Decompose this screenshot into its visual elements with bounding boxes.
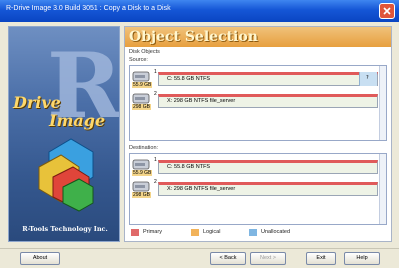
unallocated-segment[interactable]: ?: [359, 72, 377, 86]
source-list[interactable]: 1 55.9 GB C: 55.8 GB NTFS ? 2 298 GB X:: [129, 65, 387, 141]
title-bar[interactable]: R-Drive Image 3.0 Build 3051 : Copy a Di…: [0, 0, 399, 22]
legend-swatch: [191, 229, 199, 236]
partition-label: X: 298 GB NTFS file_server: [167, 98, 236, 104]
source-disk-2[interactable]: 2 298 GB X: 298 GB NTFS file_server: [132, 91, 378, 111]
legend-swatch: [131, 229, 139, 236]
wizard-window: R-Drive Image 3.0 Build 3051 : Copy a Di…: [0, 0, 399, 268]
source-disk-1[interactable]: 1 55.9 GB C: 55.8 GB NTFS ?: [132, 69, 378, 89]
legend-label: Primary: [143, 229, 162, 235]
page-title: Object Selection: [129, 29, 258, 45]
source-label: Source:: [129, 57, 148, 63]
legend-label: Unallocated: [261, 229, 291, 235]
source-scrollbar[interactable]: [379, 66, 386, 140]
button-bar: About < Back Next > Exit Help: [0, 248, 399, 268]
exit-button[interactable]: Exit: [306, 252, 336, 265]
next-button[interactable]: Next >: [250, 252, 286, 265]
disk-number: 1: [154, 157, 157, 163]
disk-number: 1: [154, 69, 157, 75]
disk-size: 55.9 GB: [132, 82, 153, 88]
destination-list[interactable]: 1 55.9 GB C: 55.8 GB NTFS 2 298 GB X: 29…: [129, 153, 387, 225]
close-button[interactable]: [379, 3, 395, 19]
company-name: R-Tools Technology Inc.: [22, 225, 108, 233]
brand-word-drive: Drive: [13, 93, 61, 112]
close-icon: [383, 7, 391, 15]
legend-label: Logical: [203, 229, 221, 235]
partition-x[interactable]: X: 298 GB NTFS file_server: [158, 182, 378, 196]
disk-number: 2: [154, 179, 157, 185]
disk-number: 2: [154, 91, 157, 97]
partition-c[interactable]: C: 55.8 GB NTFS: [158, 160, 378, 174]
partition-c[interactable]: C: 55.8 GB NTFS ?: [158, 72, 378, 86]
destination-disk-1[interactable]: 1 55.9 GB C: 55.8 GB NTFS: [132, 157, 378, 177]
partition-label: C: 55.8 GB NTFS: [167, 76, 211, 82]
unallocated-label: ?: [366, 75, 369, 81]
partition-label: X: 298 GB NTFS file_server: [167, 186, 236, 192]
partition-x[interactable]: X: 298 GB NTFS file_server: [158, 94, 378, 108]
content-panel: Object Selection Disk Objects Source: 1 …: [124, 26, 392, 242]
partition-legend: Primary Logical Unallocated: [131, 228, 387, 238]
about-button[interactable]: About: [20, 252, 60, 265]
disk-size: 298 GB: [132, 192, 151, 198]
legend-swatch: [249, 229, 257, 236]
disk-objects-label: Disk Objects: [129, 49, 160, 55]
disk-size: 298 GB: [132, 104, 151, 110]
destination-scrollbar[interactable]: [379, 154, 386, 224]
heading-bar: Object Selection: [125, 27, 391, 47]
brand-panel: R Drive Image R-Tools Technology Inc.: [8, 26, 120, 242]
help-button[interactable]: Help: [344, 252, 380, 265]
partition-label: C: 55.8 GB NTFS: [167, 164, 211, 170]
back-button[interactable]: < Back: [210, 252, 246, 265]
destination-label: Destination:: [129, 145, 159, 151]
disk-size: 55.9 GB: [132, 170, 153, 176]
brand-word-image: Image: [49, 111, 106, 130]
window-title: R-Drive Image 3.0 Build 3051 : Copy a Di…: [6, 5, 171, 12]
destination-disk-2[interactable]: 2 298 GB X: 298 GB NTFS file_server: [132, 179, 378, 199]
